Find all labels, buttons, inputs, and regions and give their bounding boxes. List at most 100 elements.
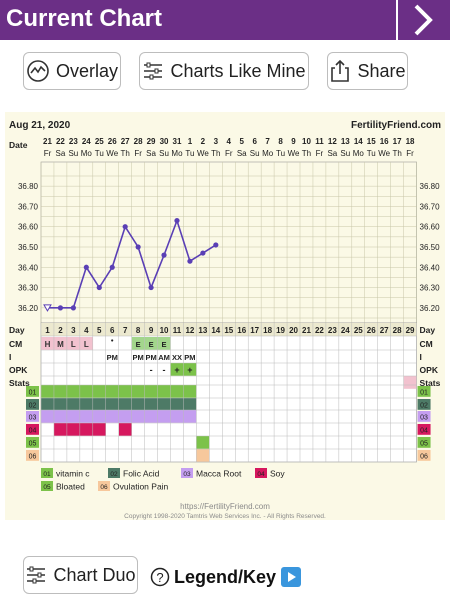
i-value: PM [107,353,118,362]
i-value: E [162,340,167,349]
day-row-label-right: Day [420,325,436,335]
overlay-button[interactable]: Overlay [23,52,121,90]
temp-point [161,252,167,258]
weekday-cell: We [378,149,390,158]
temp-point [57,305,64,311]
day-cell: 3 [71,326,76,335]
opk-value: - [163,365,166,375]
row-label: CM [9,339,22,349]
day-cell: 21 [302,326,311,335]
legend-code: 03 [183,471,191,478]
chart-svg: Aug 21, 2020 FertilityFriend.comDate 21 22 2… [9,120,441,520]
i-value: AM [158,353,170,362]
weekday-cell: Mo [171,149,183,158]
row-label: OPK [9,365,28,375]
legend-code: 02 [110,471,118,478]
temp-point [109,264,115,270]
date-cell: 21 [43,137,52,146]
temp-tick-right: 36.20 [420,304,441,313]
footer-url: https://FertilityFriend.com [180,502,270,511]
row-label-right: I [420,352,422,362]
share-button[interactable]: Share [327,52,408,90]
day-cell: 2 [58,326,63,335]
day-cell: 14 [211,326,220,335]
chevron-right-icon [414,4,433,36]
temp-tick-right: 36.50 [420,243,441,252]
weekday-cell: Fr [134,149,142,158]
legend-key-link[interactable]: ? Legend/Key [150,566,302,588]
day-cell: 16 [237,326,246,335]
temp-tick-left: 36.30 [18,284,39,293]
weekday-cell: Sa [327,149,337,158]
charts-like-mine-label: Charts Like Mine [170,60,306,81]
temp-point [148,284,154,291]
day-cell: 7 [123,326,128,335]
weekday-cell: Th [211,149,220,158]
day-cell: 26 [367,326,376,335]
day-cell: 11 [173,326,182,335]
symptom-code: 05 [29,441,37,448]
temp-tick-left: 36.60 [18,223,39,232]
symptom-bar [196,449,210,462]
chart-duo-button[interactable]: Chart Duo [23,556,138,594]
day-cell: 13 [198,326,207,335]
day-cell: 12 [185,326,194,335]
day-cell: 20 [289,326,298,335]
weekday-cell: Mo [353,149,365,158]
fertility-chart: Aug 21, 2020 FertilityFriend.com Date 21 22 2… [5,112,445,520]
date-cell: 7 [265,137,270,146]
weekday-cell: Tu [185,149,194,158]
weekday-cell: Sa [237,149,247,158]
temp-point [70,305,76,311]
date-cell: 10 [302,137,311,146]
day-cell: 6 [110,326,115,335]
symptom-code: 06 [29,454,37,461]
date-row-label: Date [9,140,28,150]
play-icon [281,567,302,587]
weekday-cell: Fr [225,149,233,158]
row-label-right: CM [420,339,433,349]
day-cell: 29 [406,326,415,335]
date-cell: 24 [82,137,91,146]
weekday-cell: Fr [44,149,52,158]
row-label-right: OPK [420,365,439,375]
cm-value: H [45,340,51,349]
day-cell: 17 [250,326,259,335]
date-cell: 12 [328,137,337,146]
charts-like-mine-button[interactable]: Charts Like Mine [139,52,309,90]
weekday-cell: Su [250,149,260,158]
temp-tick-right: 36.60 [420,223,441,232]
date-cell: 17 [393,137,402,146]
date-cell: 13 [341,137,350,146]
legend-label: Folic Acid [123,469,160,479]
symptom-code-right: 02 [420,403,428,410]
legend-code: 01 [43,471,51,478]
legend-label: Bloated [56,482,85,492]
symptom-code-right: 04 [420,428,428,435]
weekday-cell: Th [302,149,311,158]
opk-value: - [150,365,153,375]
weekday-cell: Sa [146,149,156,158]
i-value: PM [184,353,195,362]
date-cell: 9 [291,137,296,146]
share-label: Share [357,60,406,81]
symptom-bar [118,423,132,436]
day-cell: 24 [341,326,350,335]
temp-point [174,218,180,224]
temp-tick-right: 36.30 [420,284,441,293]
day-cell: 10 [160,326,169,335]
sliders-icon [27,566,46,584]
opk-value: + [174,365,179,375]
temp-tick-right: 36.40 [420,263,441,272]
temp-tick-left: 36.70 [18,202,39,211]
temp-point [96,284,102,291]
i-value: • [111,336,114,345]
app-header: Current Chart [0,0,450,40]
next-button[interactable] [400,0,450,40]
legend-label: Soy [270,469,285,479]
day-cell: 27 [380,326,389,335]
opk-value: + [187,365,192,375]
i-value: XX [172,353,182,362]
date-cell: 11 [315,137,324,146]
date-cell: 25 [95,137,104,146]
